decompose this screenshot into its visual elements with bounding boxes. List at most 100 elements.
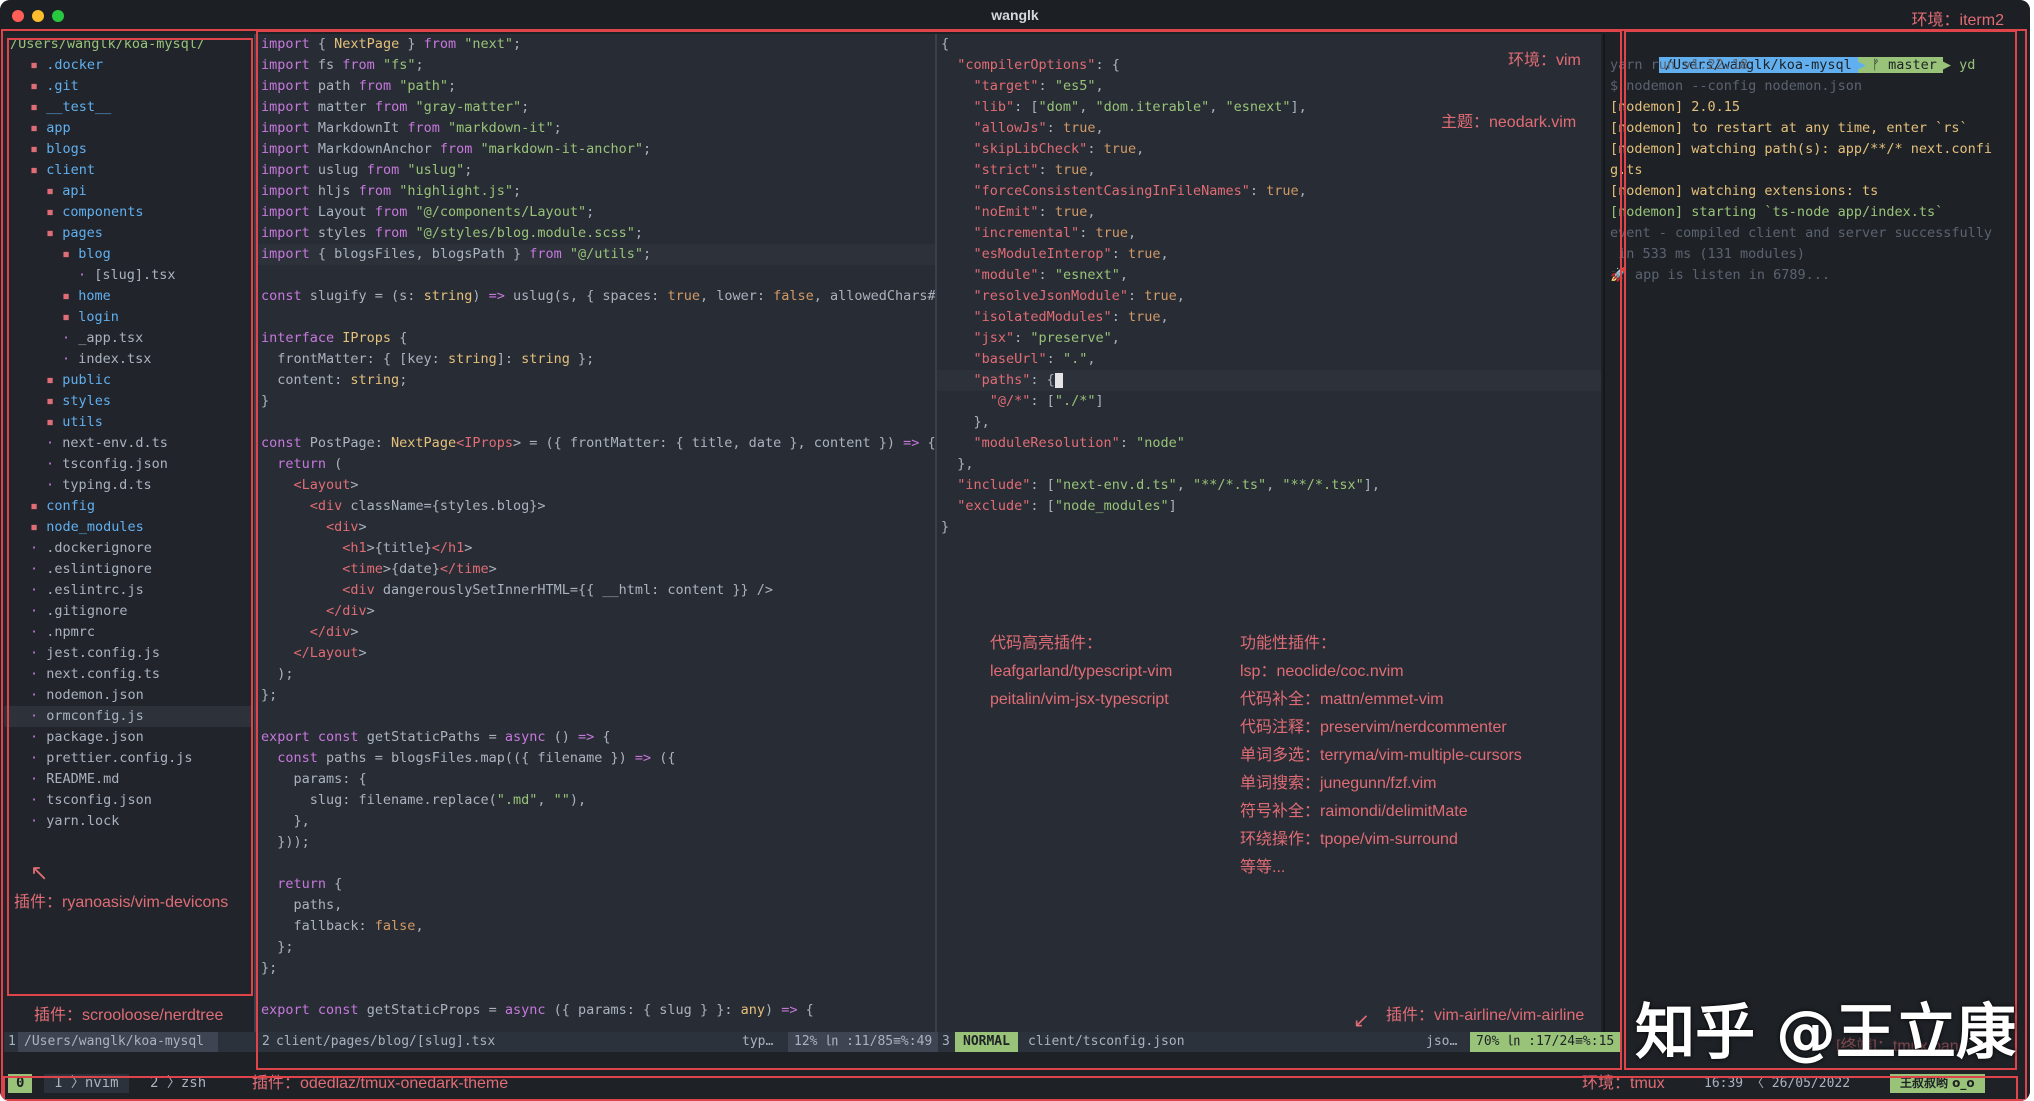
tree-item[interactable]: ▪ client <box>4 160 252 181</box>
code-line[interactable]: }; <box>257 937 935 958</box>
tmux-session[interactable]: 0 <box>8 1074 33 1093</box>
code-line[interactable] <box>257 853 935 874</box>
tree-item[interactable]: ▪ components <box>4 202 252 223</box>
tree-item[interactable]: · index.tsx <box>4 349 252 370</box>
tree-item[interactable]: · _app.tsx <box>4 328 252 349</box>
json-line[interactable]: "strict": true, <box>937 160 1601 181</box>
code-line[interactable]: <Layout> <box>257 475 935 496</box>
json-line[interactable]: "target": "es5", <box>937 76 1601 97</box>
code-line[interactable]: </div> <box>257 622 935 643</box>
json-line[interactable]: "@/*": ["./*"] <box>937 391 1601 412</box>
json-line[interactable]: "incremental": true, <box>937 223 1601 244</box>
code-line[interactable]: }; <box>257 958 935 979</box>
maximize-button[interactable] <box>52 10 64 22</box>
tree-item[interactable]: · prettier.config.js <box>4 748 252 769</box>
json-line[interactable]: "noEmit": true, <box>937 202 1601 223</box>
code-line[interactable]: })); <box>257 832 935 853</box>
code-line[interactable]: fallback: false, <box>257 916 935 937</box>
tree-item[interactable]: ▪ api <box>4 181 252 202</box>
code-line[interactable]: </Layout> <box>257 643 935 664</box>
code-line[interactable]: return ( <box>257 454 935 475</box>
code-line[interactable]: export const getStaticPaths = async () =… <box>257 727 935 748</box>
code-line[interactable]: <div className={styles.blog}> <box>257 496 935 517</box>
tree-item[interactable]: · package.json <box>4 727 252 748</box>
code-editor-pane[interactable]: import { NextPage } from "next"; import f… <box>257 34 935 1049</box>
tree-item[interactable]: ▪ utils <box>4 412 252 433</box>
code-line[interactable]: frontMatter: { [key: string]: string }; <box>257 349 935 370</box>
tree-item[interactable]: · .npmrc <box>4 622 252 643</box>
code-line[interactable]: }; <box>257 685 935 706</box>
code-line[interactable] <box>257 979 935 1000</box>
tree-item[interactable]: ▪ home <box>4 286 252 307</box>
tree-item[interactable]: ▪ blogs <box>4 139 252 160</box>
code-line[interactable]: paths, <box>257 895 935 916</box>
code-line[interactable]: import { NextPage } from "next"; <box>257 34 935 55</box>
code-line[interactable]: <time>{date}</time> <box>257 559 935 580</box>
tree-item[interactable]: ▪ app <box>4 118 252 139</box>
code-line[interactable]: <h1>{title}</h1> <box>257 538 935 559</box>
tree-item[interactable]: · jest.config.js <box>4 643 252 664</box>
json-line[interactable]: }, <box>937 412 1601 433</box>
close-button[interactable] <box>12 10 24 22</box>
tmux-window-nvim[interactable]: 1 〉nvim <box>44 1074 129 1093</box>
code-line[interactable]: import MarkdownAnchor from "markdown-it-… <box>257 139 935 160</box>
tree-item[interactable]: ▪ pages <box>4 223 252 244</box>
json-line[interactable]: { <box>937 34 1601 55</box>
tmux-pane-divider[interactable] <box>1603 34 1605 1049</box>
tree-item[interactable]: ▪ .docker <box>4 55 252 76</box>
tree-item[interactable]: · next.config.ts <box>4 664 252 685</box>
code-line[interactable]: import MarkdownIt from "markdown-it"; <box>257 118 935 139</box>
tree-item[interactable]: · [slug].tsx <box>4 265 252 286</box>
code-line[interactable]: const PostPage: NextPage<IProps> = ({ fr… <box>257 433 935 454</box>
code-line[interactable]: import matter from "gray-matter"; <box>257 97 935 118</box>
json-line[interactable]: "moduleResolution": "node" <box>937 433 1601 454</box>
code-line[interactable]: import fs from "fs"; <box>257 55 935 76</box>
tree-item[interactable]: ▪ config <box>4 496 252 517</box>
json-line[interactable]: "paths": { <box>937 370 1601 391</box>
tree-root[interactable]: /Users/wanglk/koa-mysql/ <box>4 34 252 55</box>
pane-divider[interactable] <box>254 34 256 1049</box>
minimize-button[interactable] <box>32 10 44 22</box>
code-line[interactable] <box>257 265 935 286</box>
code-line[interactable]: ); <box>257 664 935 685</box>
tree-item[interactable]: ▪ login <box>4 307 252 328</box>
tree-item[interactable]: ▪ .git <box>4 76 252 97</box>
code-line[interactable]: slug: filename.replace(".md", ""), <box>257 790 935 811</box>
code-line[interactable]: params: { <box>257 769 935 790</box>
tree-item[interactable]: · tsconfig.json <box>4 790 252 811</box>
terminal-pane[interactable]: /Users/wanglk/koa-mysql ▶ ᚠ master ▶ yd yar… <box>1606 34 2026 1049</box>
code-line[interactable]: import hljs from "highlight.js"; <box>257 181 935 202</box>
code-line[interactable]: const paths = blogsFiles.map(({ filename… <box>257 748 935 769</box>
code-line[interactable]: </div> <box>257 601 935 622</box>
tree-item[interactable]: ▪ public <box>4 370 252 391</box>
code-line[interactable]: import uslug from "uslug"; <box>257 160 935 181</box>
code-line[interactable] <box>257 307 935 328</box>
code-line[interactable]: <div> <box>257 517 935 538</box>
json-line[interactable]: "esModuleInterop": true, <box>937 244 1601 265</box>
json-line[interactable]: "forceConsistentCasingInFileNames": true… <box>937 181 1601 202</box>
code-line[interactable]: import { blogsFiles, blogsPath } from "@… <box>257 244 935 265</box>
tree-item[interactable]: ▪ styles <box>4 391 252 412</box>
code-line[interactable]: import styles from "@/styles/blog.module… <box>257 223 935 244</box>
tree-item[interactable]: · .gitignore <box>4 601 252 622</box>
tree-item[interactable]: · .eslintignore <box>4 559 252 580</box>
tree-item[interactable]: · yarn.lock <box>4 811 252 832</box>
tree-item[interactable]: ▪ __test__ <box>4 97 252 118</box>
json-line[interactable]: "resolveJsonModule": true, <box>937 286 1601 307</box>
code-line[interactable]: interface IProps { <box>257 328 935 349</box>
code-line[interactable]: <div dangerouslySetInnerHTML={{ __html: … <box>257 580 935 601</box>
json-line[interactable]: "module": "esnext", <box>937 265 1601 286</box>
tree-item[interactable]: ▪ node_modules <box>4 517 252 538</box>
tree-item[interactable]: · ormconfig.js <box>4 706 252 727</box>
code-line[interactable] <box>257 412 935 433</box>
tree-item[interactable]: · next-env.d.ts <box>4 433 252 454</box>
json-line[interactable]: "compilerOptions": { <box>937 55 1601 76</box>
code-line[interactable]: const slugify = (s: string) => uslug(s, … <box>257 286 935 307</box>
tsconfig-editor-pane[interactable]: { "compilerOptions": { "target": "es5", … <box>937 34 1601 1049</box>
tree-item[interactable]: · tsconfig.json <box>4 454 252 475</box>
tree-item[interactable]: ▪ blog <box>4 244 252 265</box>
json-line[interactable]: "jsx": "preserve", <box>937 328 1601 349</box>
code-line[interactable]: content: string; <box>257 370 935 391</box>
json-line[interactable]: "baseUrl": ".", <box>937 349 1601 370</box>
tree-item[interactable]: · nodemon.json <box>4 685 252 706</box>
